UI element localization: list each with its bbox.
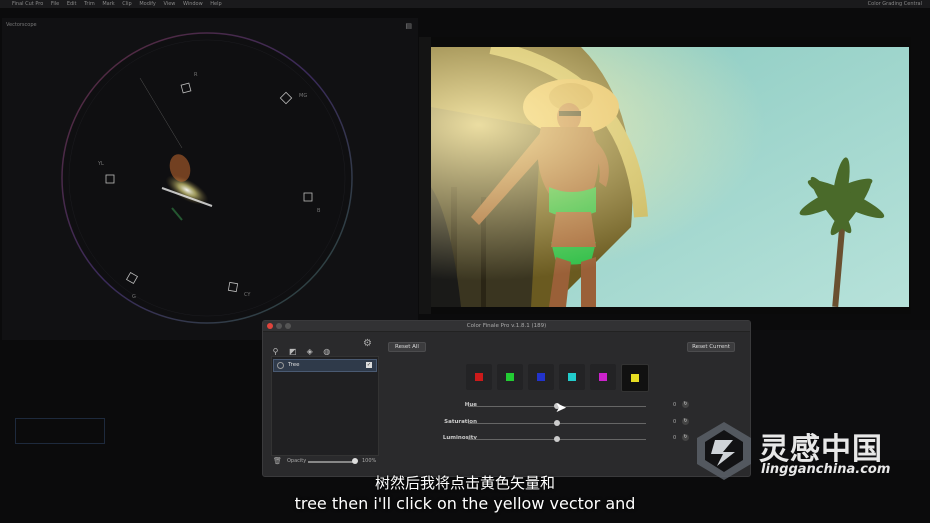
subtitle-english: tree then i'll click on the yellow vecto… (294, 494, 636, 513)
menu-edit[interactable]: Edit (67, 1, 77, 7)
svg-text:CY: CY (244, 292, 251, 298)
menubar-status: Color Grading Central (867, 1, 922, 7)
menu-trim[interactable]: Trim (84, 1, 95, 7)
app-menu[interactable]: Final Cut Pro (12, 1, 43, 7)
saturation-label: Saturation (444, 419, 477, 425)
luminosity-reset-icon[interactable]: ↻ (682, 434, 689, 441)
hue-value: 0 (673, 402, 677, 408)
svg-text:YL: YL (97, 161, 104, 167)
layer-enabled-checkbox[interactable]: ✓ (366, 362, 372, 368)
window-title: Color Finale Pro v.1.8.1 (189) (466, 323, 547, 329)
swatch-green[interactable] (497, 364, 523, 390)
viewer[interactable] (419, 37, 911, 314)
watermark-url: lingganchina.com (761, 462, 891, 477)
swatch-red[interactable] (466, 364, 492, 390)
scope-circle (61, 32, 353, 324)
svg-text:B: B (317, 208, 321, 214)
svg-text:MG: MG (299, 93, 307, 99)
luminosity-slider-row: Luminosity 0 ↻ (383, 434, 693, 444)
color-wheel-icon[interactable]: ◍ (322, 347, 331, 356)
hue-label: Hue (464, 402, 477, 408)
layers-list: Tree ✓ (271, 356, 379, 456)
color-finale-window: Color Finale Pro v.1.8.1 (189) ⚲ ◩ ◈ ◍ ⚙… (262, 320, 751, 477)
swatch-magenta-chip (599, 373, 607, 381)
opacity-slider-knob[interactable] (352, 458, 358, 464)
hue-slider-row: Hue 0 ↻ (383, 401, 693, 411)
svg-text:G: G (132, 294, 136, 300)
menu-view[interactable]: View (164, 1, 176, 7)
swatch-blue[interactable] (528, 364, 554, 390)
luminosity-slider-knob[interactable] (554, 436, 560, 442)
opacity-control: 🗑 Opacity 100% (273, 457, 377, 467)
swatch-green-chip (506, 373, 514, 381)
ghost-box (15, 418, 105, 444)
menu-mark[interactable]: Mark (102, 1, 114, 7)
menu-file[interactable]: File (51, 1, 59, 7)
saturation-reset-icon[interactable]: ↻ (682, 418, 689, 425)
layer-name: Tree (288, 362, 300, 368)
swatch-magenta[interactable] (590, 364, 616, 390)
menu-window[interactable]: Window (183, 1, 203, 7)
opacity-value: 100% (362, 458, 377, 464)
svg-text:R: R (194, 72, 198, 78)
color-cube-icon[interactable]: ◈ (305, 347, 314, 356)
watermark-logo-icon (697, 422, 751, 480)
vectorscope-graticule: R MG B CY G YL (61, 32, 353, 324)
swatch-yellow-chip (631, 374, 639, 382)
swatch-blue-chip (537, 373, 545, 381)
saturation-slider-knob[interactable] (554, 420, 560, 426)
filmstrip (419, 37, 431, 314)
luminosity-label: Luminosity (442, 435, 477, 441)
menu-help[interactable]: Help (210, 1, 221, 7)
reset-all-button[interactable]: Reset All (388, 342, 426, 352)
curves-icon[interactable]: ◩ (288, 347, 297, 356)
swatch-red-chip (475, 373, 483, 381)
menu-bar: Final Cut Pro File Edit Trim Mark Clip M… (0, 0, 930, 8)
reset-current-button[interactable]: Reset Current (687, 342, 735, 352)
video-frame (431, 47, 909, 307)
luminosity-value: 0 (673, 435, 677, 441)
layer-row[interactable]: Tree ✓ (273, 359, 377, 372)
gear-icon[interactable]: ⚙ (363, 338, 372, 349)
opacity-slider-track[interactable] (308, 461, 354, 463)
hue-reset-icon[interactable]: ↻ (682, 401, 689, 408)
menu-modify[interactable]: Modify (139, 1, 156, 7)
opacity-label: Opacity (287, 458, 307, 464)
mouse-cursor-icon: ➤ (555, 400, 567, 416)
swatch-yellow[interactable] (621, 364, 649, 392)
swatch-cyan[interactable] (559, 364, 585, 390)
saturation-slider-row: Saturation 0 ↻ (383, 418, 693, 428)
swatch-cyan-chip (568, 373, 576, 381)
tree-icon[interactable]: ⚲ (271, 347, 280, 356)
trash-icon[interactable]: 🗑 (273, 457, 282, 465)
vectorscope-panel: Vectorscope ▤ R MG B CY G YL (2, 18, 418, 340)
window-titlebar: Color Finale Pro v.1.8.1 (189) (263, 321, 750, 332)
layer-radio[interactable] (277, 362, 284, 369)
menu-clip[interactable]: Clip (122, 1, 131, 7)
watermark: 灵感中国 lingganchina.com (693, 418, 913, 484)
saturation-value: 0 (673, 419, 677, 425)
